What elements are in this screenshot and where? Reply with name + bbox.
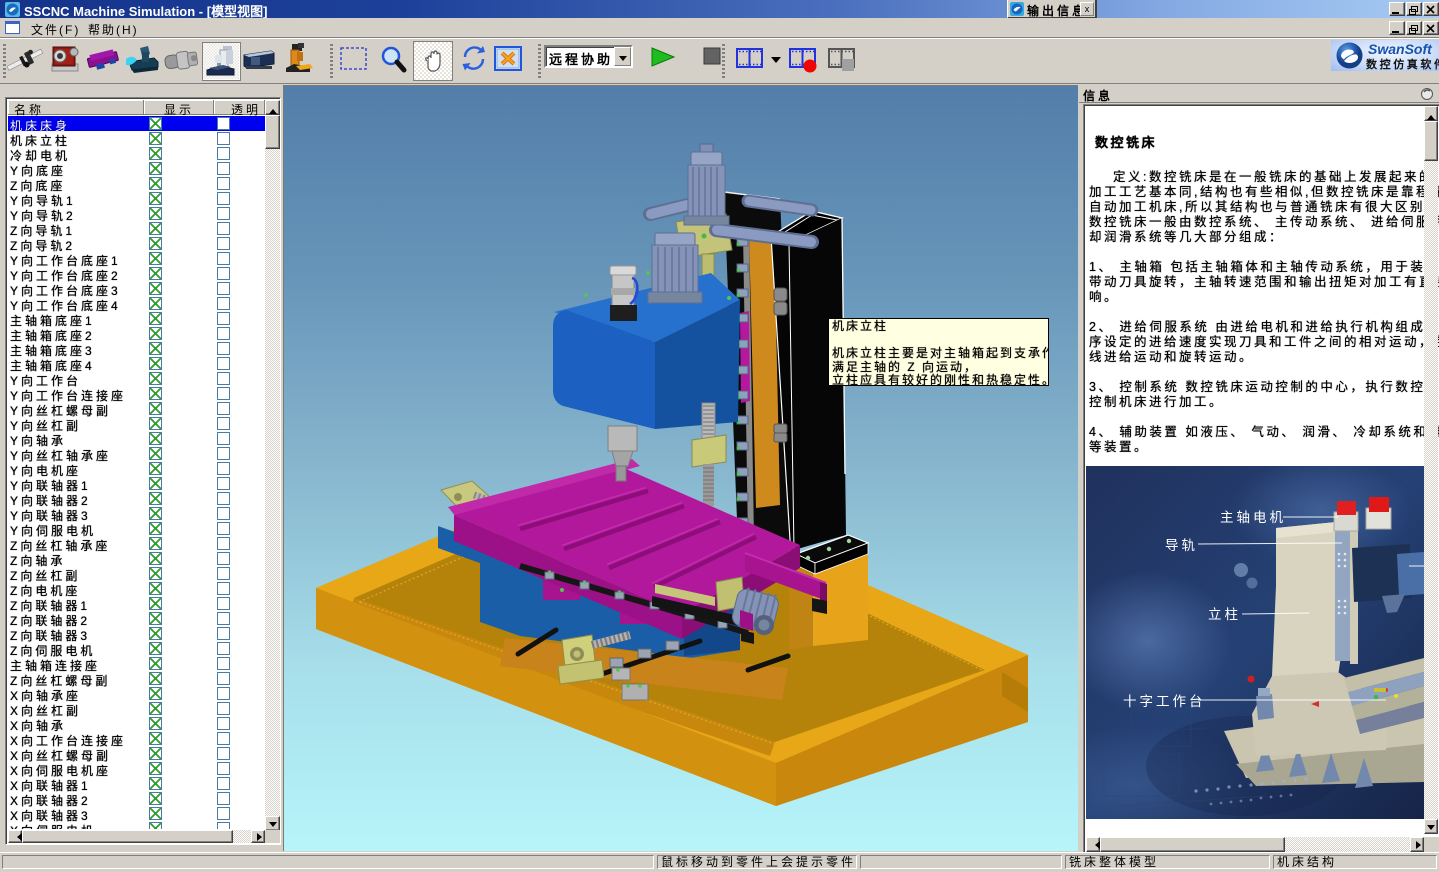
svg-text:十字工作台: 十字工作台	[1123, 694, 1206, 709]
svg-text:主轴电机: 主轴电机	[1220, 510, 1286, 525]
svg-text:立柱: 立柱	[1208, 607, 1241, 622]
svg-text:导轨: 导轨	[1165, 538, 1198, 553]
